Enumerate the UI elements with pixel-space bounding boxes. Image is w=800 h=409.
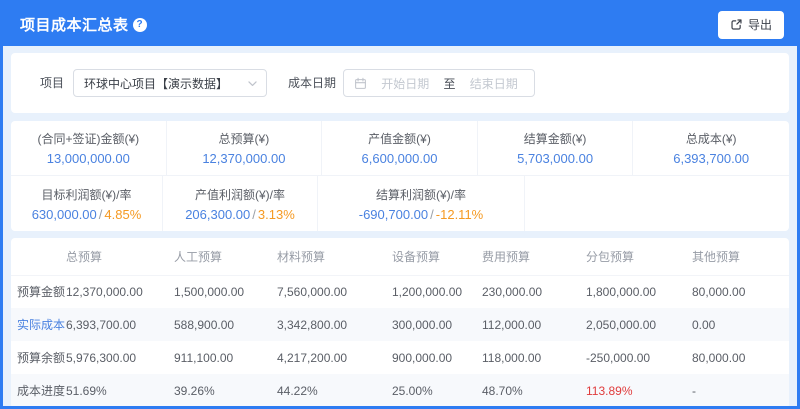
table-cell: 2,050,000.00: [586, 308, 692, 341]
table-cell-overrun: 113.89%: [586, 374, 692, 407]
table-row-actual-cost: 实际成本 6,393,700.00 588,900.00 3,342,800.0…: [11, 308, 789, 341]
table-cell: 230,000.00: [482, 275, 586, 308]
column-header-other-budget: 其他预算: [692, 238, 789, 275]
table-cell: -250,000.00: [586, 341, 692, 374]
start-date-input[interactable]: 开始日期: [375, 75, 436, 92]
kpi-empty-cell: [525, 176, 789, 231]
title-bar: 项目成本汇总表 ? 导出: [3, 3, 797, 46]
table-cell: 39.26%: [174, 374, 277, 407]
table-cell: 44.22%: [277, 374, 392, 407]
column-header-expense-budget: 费用预算: [482, 238, 586, 275]
table-cell: 4,217,200.00: [277, 341, 392, 374]
table-cell: 5,976,300.00: [66, 341, 174, 374]
chevron-down-icon: [247, 78, 258, 89]
table-cell: 7,560,000.00: [277, 275, 392, 308]
table-cell: 80,000.00: [692, 341, 789, 374]
date-range-separator: 至: [444, 75, 456, 92]
budget-table: 总预算 人工预算 材料预算 设备预算 费用预算 分包预算 其他预算 预算金额 1…: [11, 238, 789, 407]
kpi-settlement-profit: 结算利润额(¥)/率 -690,700.00/-12.11%: [318, 176, 525, 231]
column-header-subcontract-budget: 分包预算: [586, 238, 692, 275]
filter-bar: 项目 环球中心项目【演示数据】 成本日期 开始日期 至 结束日期: [11, 53, 789, 113]
table-cell: 48.70%: [482, 374, 586, 407]
help-icon[interactable]: ?: [133, 18, 147, 32]
table-cell: 112,000.00: [482, 308, 586, 341]
table-cell: 6,393,700.00: [66, 308, 174, 341]
table-cell: 0.00: [692, 308, 789, 341]
column-header-material-budget: 材料预算: [277, 238, 392, 275]
table-header-row: 总预算 人工预算 材料预算 设备预算 费用预算 分包预算 其他预算: [11, 238, 789, 275]
export-button[interactable]: 导出: [718, 11, 784, 39]
column-header-total-budget: 总预算: [66, 238, 174, 275]
date-range-input[interactable]: 开始日期 至 结束日期: [343, 69, 535, 97]
table-cell: 12,370,000.00: [66, 275, 174, 308]
column-header-blank: [11, 238, 66, 275]
calendar-icon: [354, 77, 367, 90]
project-select[interactable]: 环球中心项目【演示数据】: [73, 69, 267, 97]
row-label: 实际成本: [11, 308, 66, 341]
table-row-budget-amount: 预算金额 12,370,000.00 1,500,000.00 7,560,00…: [11, 275, 789, 308]
kpi-settlement-amount: 结算金额(¥) 5,703,000.00: [478, 121, 634, 175]
table-cell: 80,000.00: [692, 275, 789, 308]
summary-panel: (合同+签证)金额(¥) 13,000,000.00 总预算(¥) 12,370…: [11, 121, 789, 231]
summary-row-profits: 目标利润额(¥)/率 630,000.00/4.85% 产值利润额(¥)/率 2…: [11, 176, 789, 231]
cost-date-label: 成本日期: [288, 69, 336, 97]
kpi-output-amount: 产值金额(¥) 6,600,000.00: [322, 121, 478, 175]
kpi-total-cost: 总成本(¥) 6,393,700.00: [633, 121, 789, 175]
table-cell: 25.00%: [392, 374, 482, 407]
table-row-budget-balance: 预算余额 5,976,300.00 911,100.00 4,217,200.0…: [11, 341, 789, 374]
project-label: 项目: [40, 69, 64, 97]
project-select-value: 环球中心项目【演示数据】: [84, 75, 228, 92]
table-cell: 51.69%: [66, 374, 174, 407]
export-icon: [730, 18, 743, 31]
table-cell: 118,000.00: [482, 341, 586, 374]
table-cell: 1,200,000.00: [392, 275, 482, 308]
kpi-total-budget: 总预算(¥) 12,370,000.00: [167, 121, 323, 175]
report-window: 项目成本汇总表 ? 导出 项目 环球中心项目【演示数据】 成本: [0, 0, 800, 409]
summary-row-amounts: (合同+签证)金额(¥) 13,000,000.00 总预算(¥) 12,370…: [11, 121, 789, 176]
budget-table-panel: 总预算 人工预算 材料预算 设备预算 费用预算 分包预算 其他预算 预算金额 1…: [11, 238, 789, 408]
end-date-input[interactable]: 结束日期: [464, 75, 525, 92]
table-cell: 300,000.00: [392, 308, 482, 341]
table-cell: -: [692, 374, 789, 407]
page-title: 项目成本汇总表: [20, 14, 129, 35]
column-header-labor-budget: 人工预算: [174, 238, 277, 275]
kpi-output-profit: 产值利润额(¥)/率 206,300.00/3.13%: [163, 176, 318, 231]
kpi-contract-amount: (合同+签证)金额(¥) 13,000,000.00: [11, 121, 167, 175]
table-cell: 911,100.00: [174, 341, 277, 374]
export-button-label: 导出: [748, 16, 772, 33]
table-cell: 588,900.00: [174, 308, 277, 341]
table-row-cost-progress: 成本进度 51.69% 39.26% 44.22% 25.00% 48.70% …: [11, 374, 789, 407]
column-header-equipment-budget: 设备预算: [392, 238, 482, 275]
row-label: 预算金额: [11, 275, 66, 308]
table-cell: 1,800,000.00: [586, 275, 692, 308]
table-cell: 1,500,000.00: [174, 275, 277, 308]
row-label: 成本进度: [11, 374, 66, 407]
table-cell: 3,342,800.00: [277, 308, 392, 341]
table-cell: 900,000.00: [392, 341, 482, 374]
kpi-target-profit: 目标利润额(¥)/率 630,000.00/4.85%: [11, 176, 163, 231]
row-label: 预算余额: [11, 341, 66, 374]
